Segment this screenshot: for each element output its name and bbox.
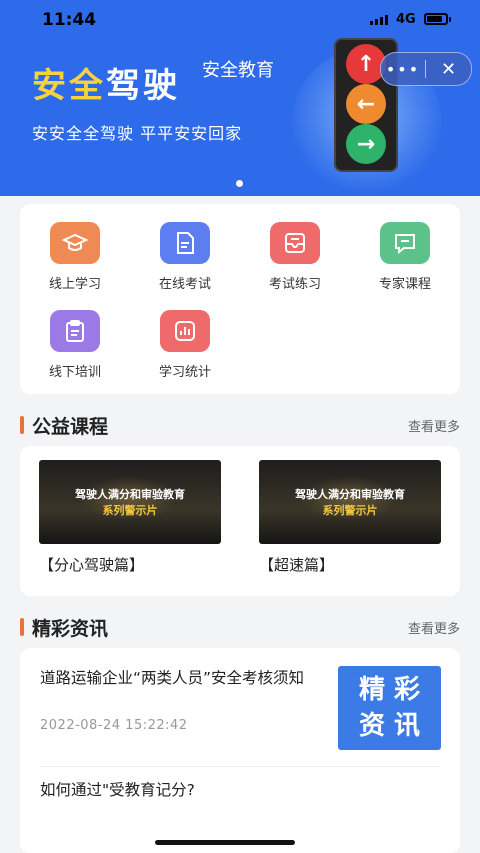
menu-offline-training[interactable]: 线下培训: [20, 310, 130, 380]
menu-expert-course[interactable]: 专家课程: [350, 222, 460, 292]
arrow-right-icon: →: [346, 124, 386, 164]
section-title: 公益课程: [32, 416, 109, 438]
courses-more-link[interactable]: 查看更多: [408, 416, 460, 435]
news-thumbnail[interactable]: 精 彩 资 讯: [338, 666, 441, 750]
news-date: 2022-08-24 15:22:42: [40, 718, 188, 733]
course-thumbnail[interactable]: 驾驶人满分和审验教育 系列警示片: [259, 460, 441, 544]
section-title: 精彩资讯: [32, 618, 109, 640]
battery-icon: [424, 13, 451, 25]
status-time: 11:44: [42, 10, 97, 30]
section-accent-bar: [20, 618, 24, 636]
course-caption: 【分心驾驶篇】: [39, 556, 145, 574]
chat-icon: [380, 222, 430, 264]
top-banner[interactable]: 11:44 4G 安全驾驶 安全教育 安安全全驾驶 平平安安回家 ↑ ← → •…: [0, 0, 480, 196]
course-item[interactable]: 驾驶人满分和审验教育 系列警示片 【超速篇】: [259, 460, 441, 575]
clipboard-icon: [50, 310, 100, 352]
document-icon: [160, 222, 210, 264]
graduation-cap-icon: [50, 222, 100, 264]
status-bar: 11:44 4G: [0, 0, 480, 40]
news-title: 道路运输企业“两类人员”安全考核须知: [40, 669, 305, 687]
menu-exam-practice[interactable]: 考试练习: [240, 222, 350, 292]
signal-icon: [370, 15, 388, 25]
news-title: 如何通过"受教育记分?: [40, 781, 195, 799]
more-button[interactable]: •••: [381, 60, 425, 79]
course-caption: 【超速篇】: [259, 556, 335, 574]
course-thumbnail[interactable]: 驾驶人满分和审验教育 系列警示片: [39, 460, 221, 544]
divider: [40, 766, 440, 767]
menu-online-study[interactable]: 线上学习: [20, 222, 130, 292]
news-section-header: 精彩资讯 查看更多: [20, 612, 460, 640]
banner-slogan: 安安全全驾驶 平平安安回家: [32, 124, 243, 143]
inbox-icon: [270, 222, 320, 264]
home-indicator: [155, 840, 295, 845]
network-label: 4G: [396, 12, 416, 27]
menu-study-stats[interactable]: 学习统计: [130, 310, 240, 380]
carousel-indicator: [236, 180, 243, 187]
close-button[interactable]: ✕: [426, 59, 471, 80]
banner-subtitle: 安全教育: [202, 60, 274, 81]
courses-section-header: 公益课程 查看更多: [20, 410, 460, 438]
stats-icon: [160, 310, 210, 352]
news-more-link[interactable]: 查看更多: [408, 618, 460, 637]
miniprogram-capsule: ••• ✕: [380, 52, 472, 86]
banner-title: 安全驾驶: [32, 66, 180, 106]
courses-card: 驾驶人满分和审验教育 系列警示片 【分心驾驶篇】 驾驶人满分和审验教育 系列警示…: [20, 446, 460, 596]
course-item[interactable]: 驾驶人满分和审验教育 系列警示片 【分心驾驶篇】: [39, 460, 221, 575]
arrow-left-icon: ←: [346, 84, 386, 124]
feature-menu: 线上学习 在线考试 考试练习 专家课程 线下培训 学习统计: [20, 204, 460, 394]
news-card: 道路运输企业“两类人员”安全考核须知 2022-08-24 15:22:42 精…: [20, 648, 460, 853]
section-accent-bar: [20, 416, 24, 434]
menu-online-exam[interactable]: 在线考试: [130, 222, 240, 292]
